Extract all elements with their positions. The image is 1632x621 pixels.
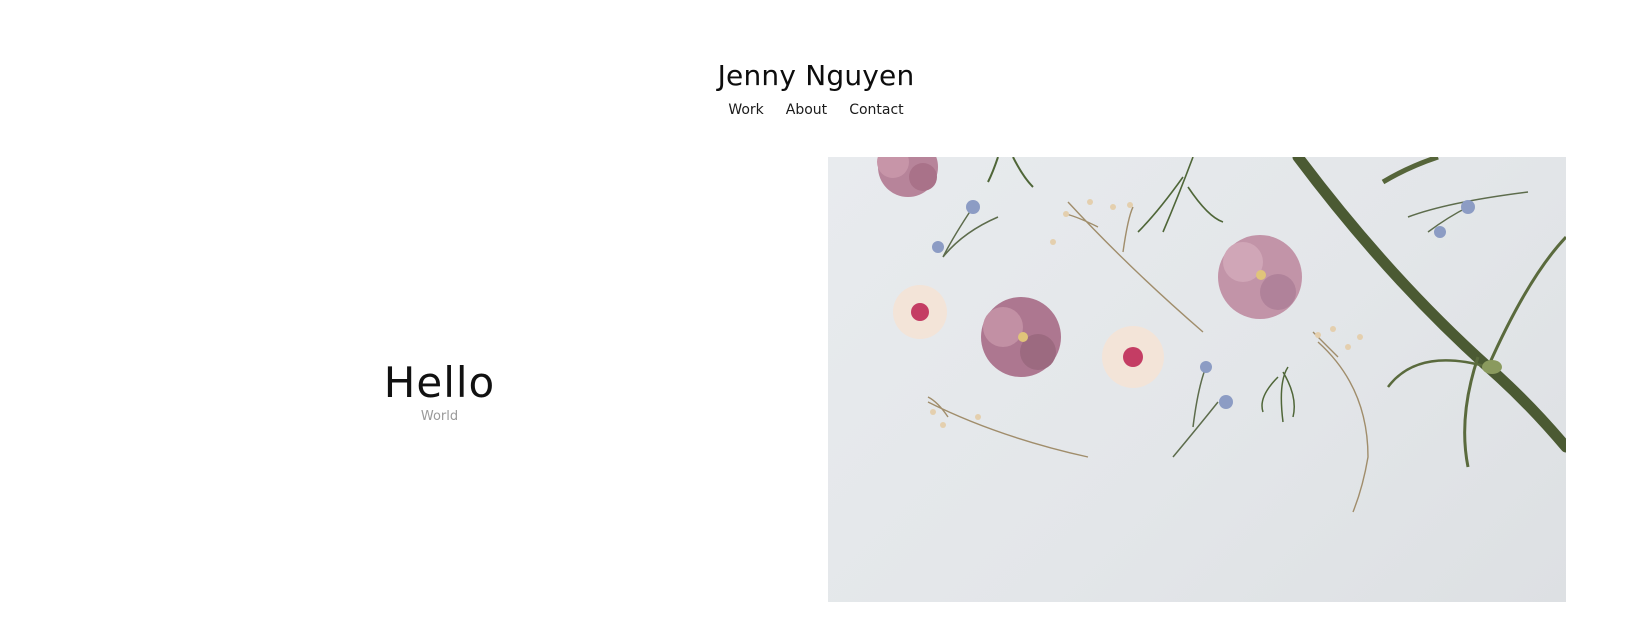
nav-link-about[interactable]: About — [786, 100, 827, 120]
blue-flower-stem — [1172, 366, 1219, 458]
pink-carnation — [877, 157, 938, 197]
blue-flower — [966, 200, 980, 214]
hero-subtitle: World — [420, 409, 459, 424]
leaf — [1486, 235, 1566, 368]
blue-flower — [1219, 395, 1233, 409]
dry-sprig — [1065, 201, 1204, 333]
blue-flower — [1434, 226, 1446, 238]
leaf — [1463, 356, 1480, 468]
main-nav: Work About Contact — [0, 100, 1632, 120]
dry-sprig — [927, 396, 1089, 458]
grass-sprig — [987, 157, 1034, 188]
cream-flower — [1102, 326, 1164, 388]
pink-carnation — [1218, 235, 1302, 319]
flower-illustration — [877, 157, 1566, 513]
hero-flower-photo — [828, 157, 1566, 602]
nav-link-contact[interactable]: Contact — [849, 100, 903, 120]
long-stem — [1292, 157, 1566, 453]
hero-title: Hello — [383, 358, 496, 407]
site-header: Jenny Nguyen Work About Contact — [0, 58, 1632, 120]
page: Jenny Nguyen Work About Contact Hello Wo… — [0, 0, 1632, 621]
dry-sprig — [1312, 331, 1369, 513]
blue-flower — [932, 241, 944, 253]
blue-flower-stem — [942, 206, 999, 258]
hero-text: Hello World — [298, 358, 581, 426]
nav-link-work[interactable]: Work — [728, 100, 763, 120]
blue-flower — [1200, 361, 1212, 373]
blue-flower — [1461, 200, 1475, 214]
grass-sprig — [1261, 366, 1295, 423]
cream-flower — [893, 285, 947, 339]
pink-carnation — [981, 297, 1061, 377]
stem-node — [1482, 360, 1502, 374]
leaf — [1381, 157, 1439, 185]
grass-sprig — [1137, 157, 1224, 233]
site-title[interactable]: Jenny Nguyen — [0, 58, 1632, 94]
